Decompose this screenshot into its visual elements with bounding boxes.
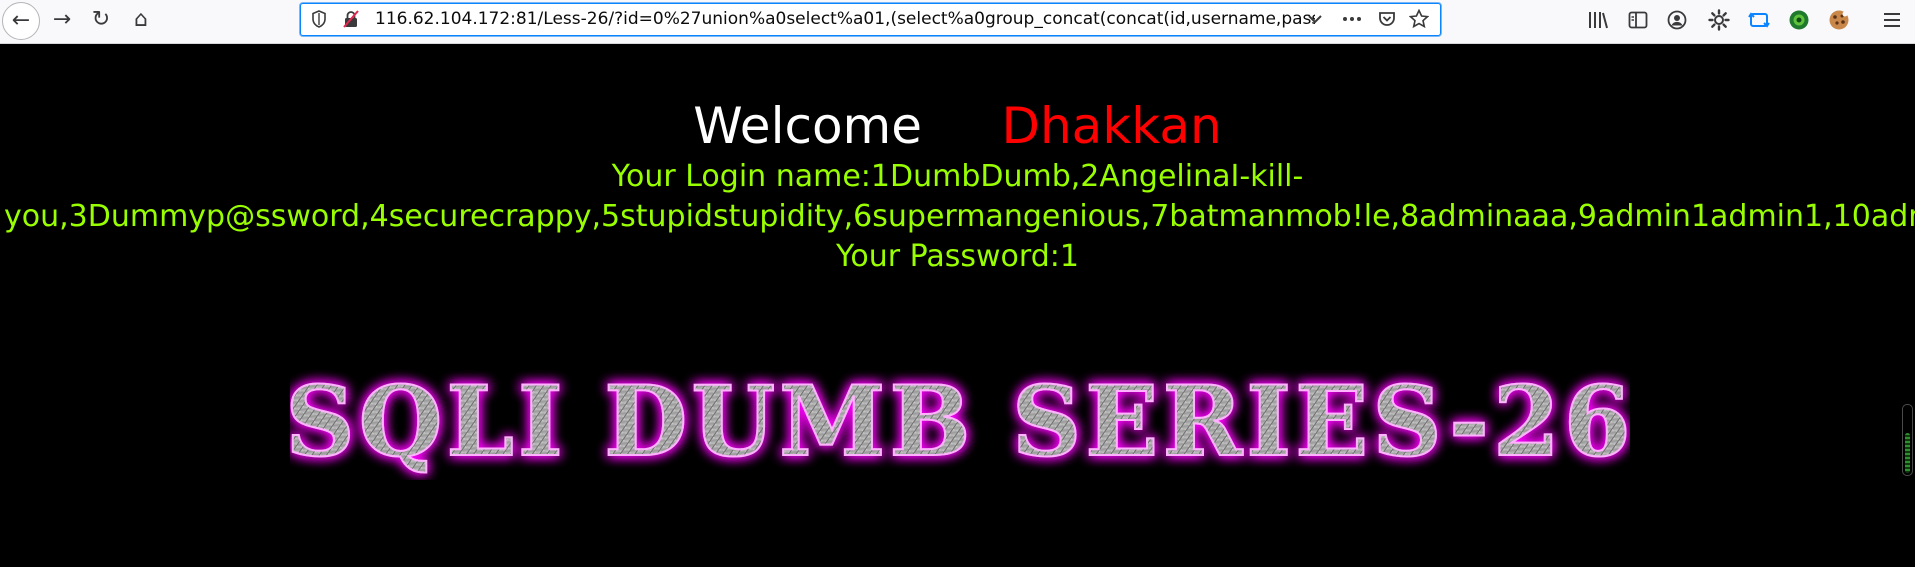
back-arrow-icon[interactable]: ← <box>2 2 40 40</box>
reload-icon[interactable]: ↻ <box>83 2 119 38</box>
password-line: Your Password:1 <box>836 239 1079 274</box>
hamburger-menu-icon[interactable] <box>1880 8 1904 32</box>
forward-arrow-icon[interactable]: → <box>44 2 80 38</box>
banner-text: SQLI DUMB SERIES-26 <box>290 365 1630 478</box>
tracking-shield-icon[interactable] <box>309 9 329 29</box>
user-name: Dhakkan <box>1001 97 1222 155</box>
insecure-lock-icon[interactable] <box>341 9 361 29</box>
library-icon[interactable] <box>1586 8 1610 32</box>
url-bar[interactable]: 116.62.104.172:81/Less-26/?id=0%27union%… <box>300 3 1441 36</box>
login-name-line-2: you,3Dummyp@ssword,4securecrappy,5stupid… <box>4 199 1915 234</box>
url-text[interactable]: 116.62.104.172:81/Less-26/?id=0%27union%… <box>375 4 1315 35</box>
sidebar-icon[interactable] <box>1626 8 1650 32</box>
login-name-line-1: Your Login name:1DumbDumb,2AngelinaI-kil… <box>611 159 1304 194</box>
green-extension-icon[interactable] <box>1787 8 1811 32</box>
cookie-extension-icon[interactable] <box>1827 8 1851 32</box>
chevron-down-icon[interactable] <box>1304 9 1326 29</box>
pocket-icon[interactable] <box>1376 9 1398 29</box>
browser-toolbar: ← → ↻ ⌂ 116.62.104.172:81/Less-26/?id=0%… <box>0 0 1915 44</box>
sync-extension-icon[interactable] <box>1747 8 1771 32</box>
more-dots-icon[interactable] <box>1341 9 1363 29</box>
account-icon[interactable] <box>1665 8 1689 32</box>
welcome-heading: Welcome Dhakkan <box>0 94 1915 158</box>
series-banner-image: SQLI DUMB SERIES-26 <box>290 364 1630 479</box>
gear-icon[interactable] <box>1707 8 1731 32</box>
welcome-text: Welcome <box>693 97 923 155</box>
bookmark-star-icon[interactable] <box>1408 9 1430 29</box>
home-icon[interactable]: ⌂ <box>123 2 159 38</box>
scroll-indicator[interactable] <box>1902 404 1913 476</box>
